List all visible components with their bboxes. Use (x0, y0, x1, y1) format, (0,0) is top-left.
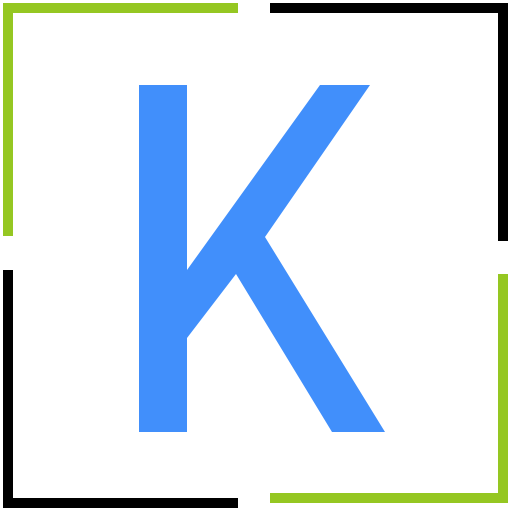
logo-graphic (0, 0, 512, 512)
app-logo: K (0, 0, 512, 512)
